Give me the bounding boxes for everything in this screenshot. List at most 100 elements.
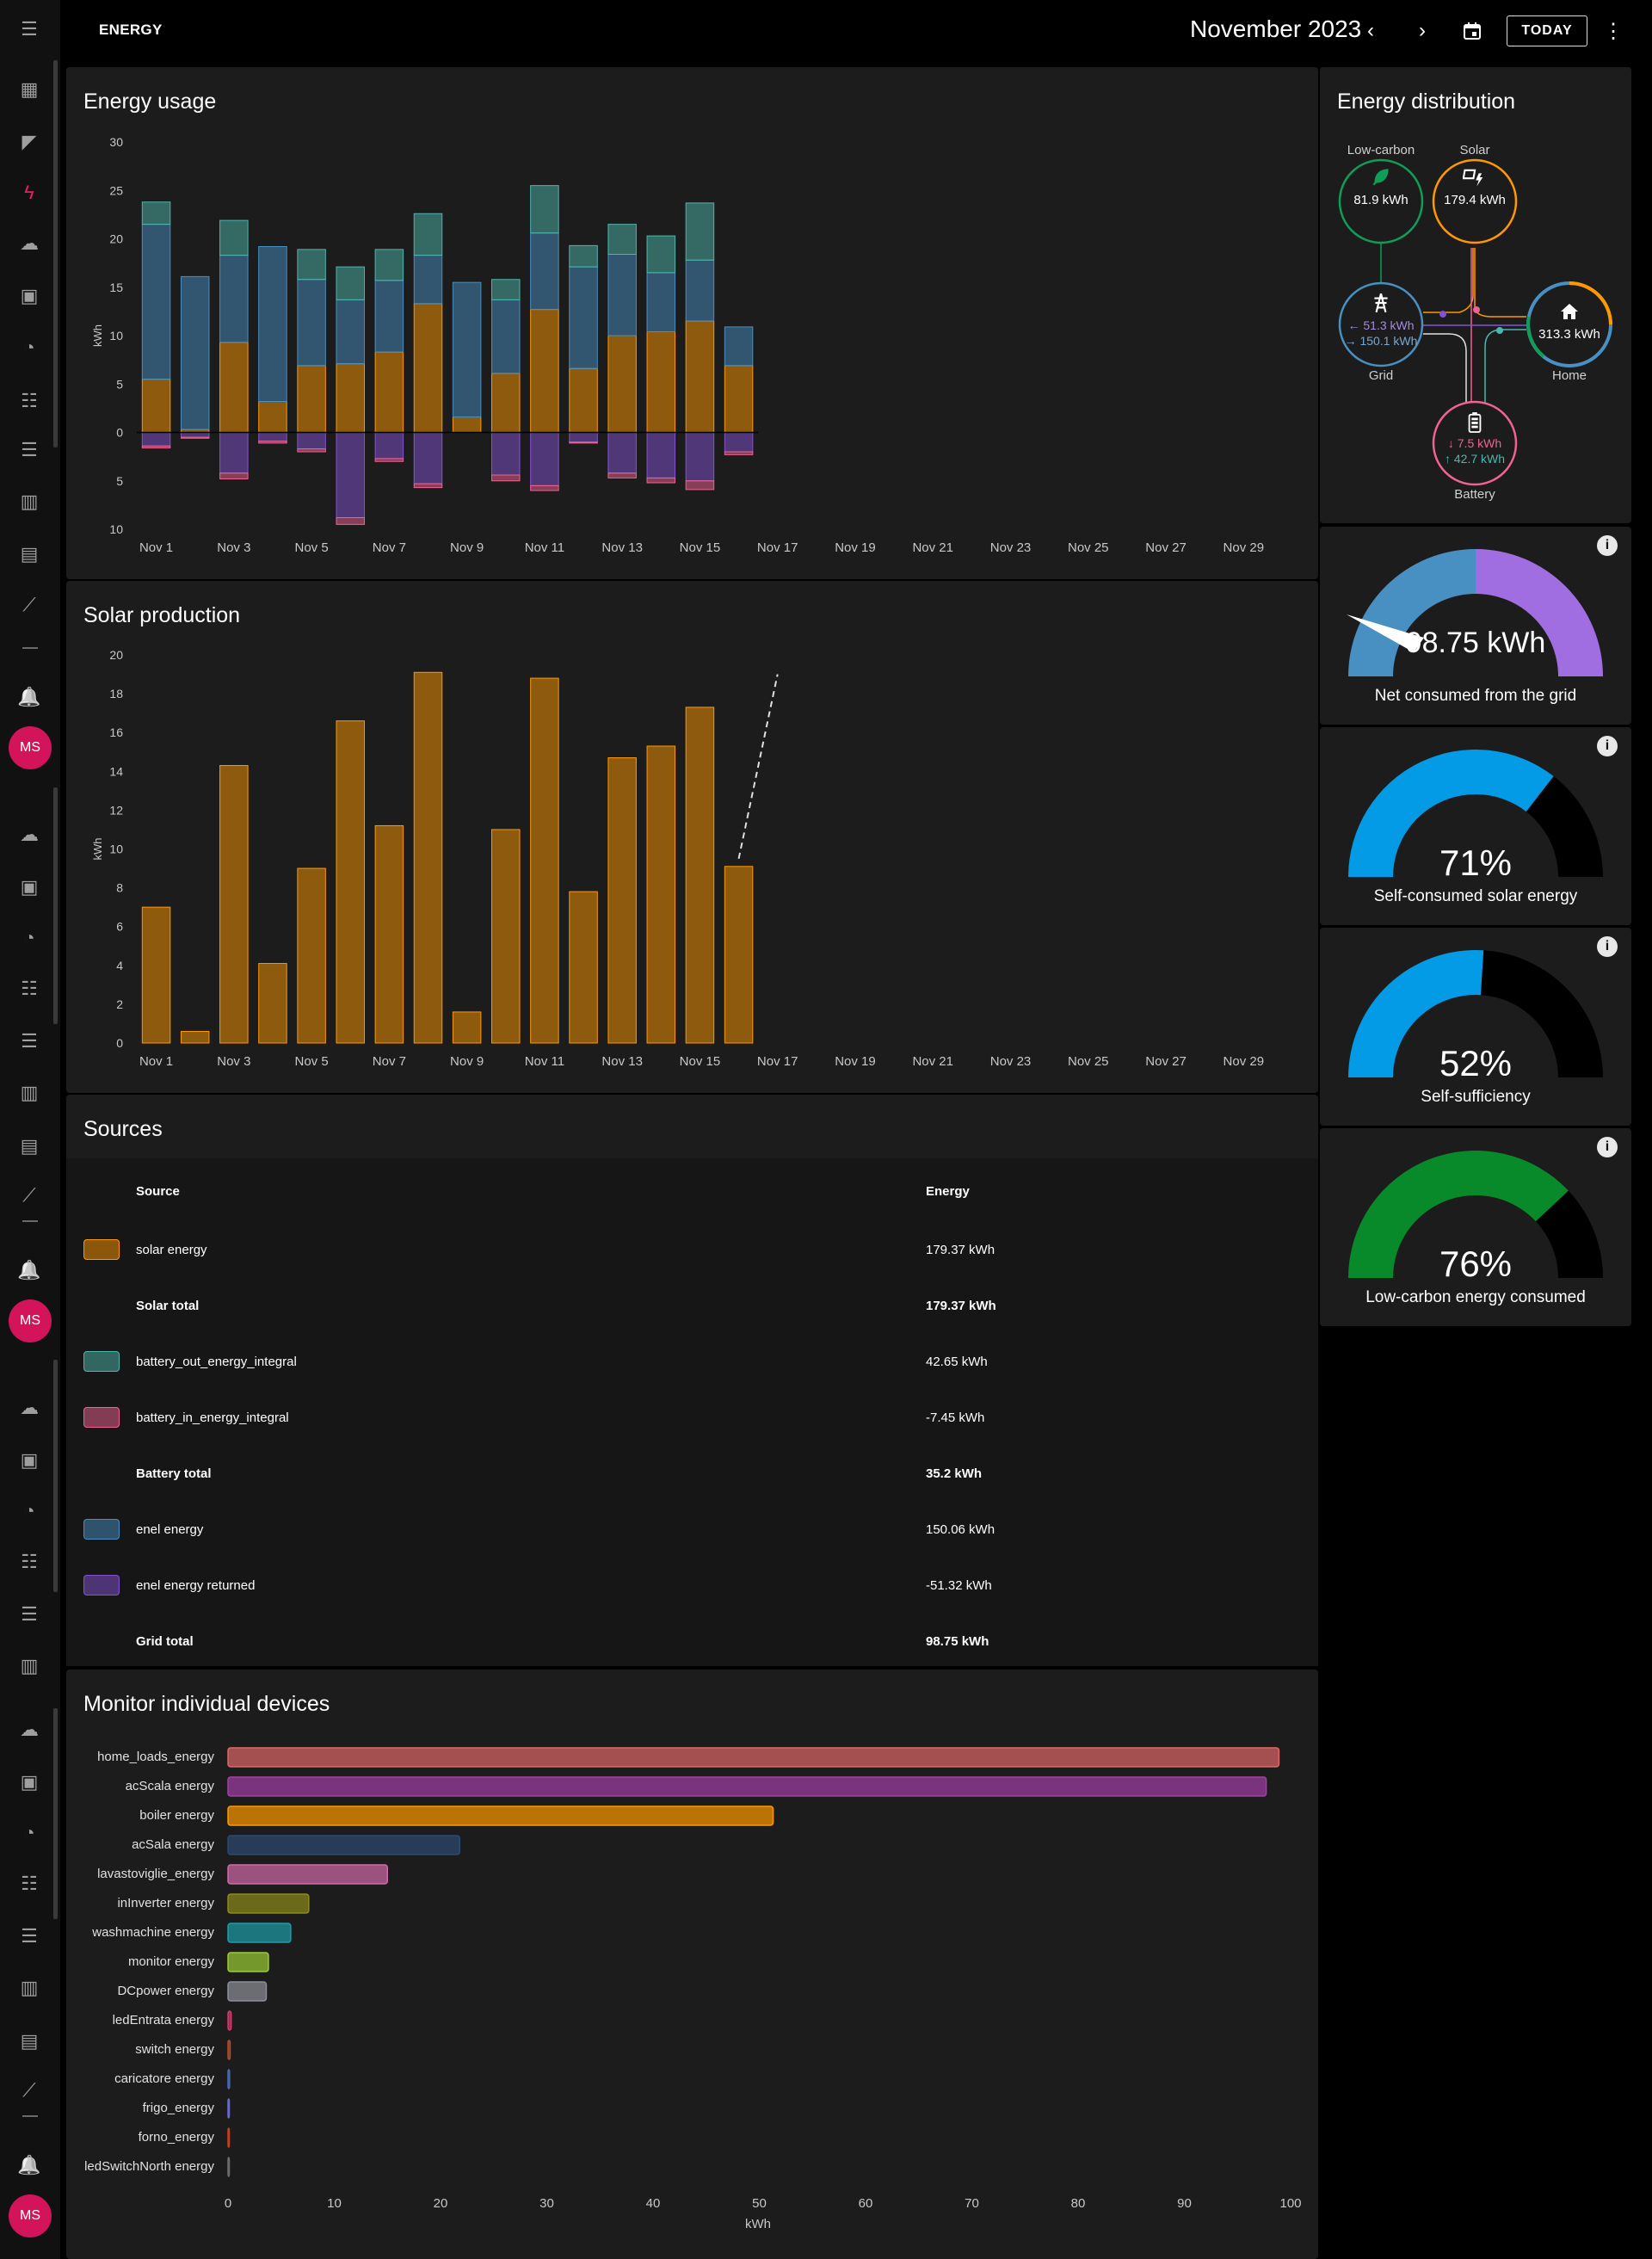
chart-line-icon[interactable]: ⟋ (12, 1178, 46, 1213)
bar-grid_in (685, 259, 715, 322)
device-bar (227, 2040, 231, 2060)
lightning-bolt-icon[interactable]: ϟ (12, 176, 46, 210)
account-box-icon[interactable]: ▣ (12, 1443, 46, 1478)
y-tick-label: 0 (116, 1036, 123, 1050)
account-box-icon[interactable]: ▣ (12, 279, 46, 313)
solar-value: 179.4 kWh (1444, 193, 1506, 207)
bar-battery_in (180, 436, 210, 439)
format-list-icon[interactable]: ☰ (12, 1597, 46, 1632)
menu-icon[interactable]: ☰ (12, 12, 46, 46)
gauge-card: i 52% Self-sufficiency (1320, 928, 1631, 1126)
bar-battery_in (297, 448, 326, 453)
bar-battery_out (530, 185, 559, 234)
bar-solar (569, 367, 598, 433)
source-value: 150.06 kWh (926, 1522, 996, 1537)
x-tick-label: Nov 9 (450, 540, 484, 555)
sources-title: Sources (83, 1117, 163, 1141)
grid-in-value: → 150.1 kWh (1344, 334, 1418, 348)
bar-grid_in (607, 254, 637, 336)
energy-usage-chart: 30 25 20 15 10 5 0 5 10 kWh Nov 1 Nov 3 Nov 5 Nov 7 No… (91, 135, 1264, 555)
legend-swatch (83, 1239, 120, 1260)
chart-line-icon[interactable]: ⟋ (12, 588, 46, 622)
bar-grid_out (685, 432, 715, 482)
source-total-label: Solar total (136, 1299, 200, 1313)
solar-production-chart: 20181614121086420kWhNov 1 Nov 3 Nov 5 Nov 7… (91, 648, 1264, 1069)
bar-solar (258, 963, 287, 1044)
chart-gantt-icon[interactable]: ☷ (12, 384, 46, 418)
bell-icon[interactable]: 🔔 (12, 680, 46, 714)
dashboard-icon[interactable]: ▦ (12, 72, 46, 107)
bar-solar (297, 867, 326, 1044)
avatar[interactable]: MS (9, 726, 52, 769)
x-tick-label: Nov 25 (1068, 1054, 1109, 1069)
calendar-icon[interactable] (1458, 17, 1486, 45)
bar-solar (646, 745, 676, 1044)
cloud-icon[interactable]: ☁ (12, 226, 46, 261)
today-button[interactable]: TODAY (1507, 15, 1587, 46)
column-header-energy: Energy (926, 1184, 970, 1199)
x-tick-label: Nov 23 (990, 540, 1032, 555)
hacs-icon[interactable]: ▤ (12, 537, 46, 571)
sidebar-scrollbar[interactable] (53, 60, 58, 447)
bar-solar (258, 401, 287, 433)
x-tick-label: Nov 23 (990, 1054, 1032, 1069)
bar-solar (219, 765, 249, 1044)
x-tick-label: Nov 17 (757, 1054, 798, 1069)
device-bar (227, 1952, 269, 1972)
chart-box-icon[interactable]: ▥ (12, 1076, 46, 1110)
gauge-icon[interactable]: ◔ (12, 330, 46, 365)
chevron-left-icon[interactable]: ‹ (1357, 17, 1384, 45)
bar-grid_out (180, 432, 210, 438)
x-tick-label: Nov 15 (680, 1054, 721, 1069)
gauge-icon[interactable]: ◔ (12, 1494, 46, 1528)
bar-battery_out (219, 219, 249, 256)
bar-solar (413, 671, 443, 1044)
bar-battery_out (607, 224, 637, 255)
avatar[interactable]: MS (9, 1299, 52, 1342)
cloud-icon[interactable]: ☁ (12, 818, 46, 852)
home-label: Home (1551, 368, 1587, 383)
bar-battery_in (491, 474, 521, 482)
battery-out-value: ↑ 42.7 kWh (1444, 452, 1506, 466)
avatar[interactable]: MS (9, 2194, 52, 2237)
format-list-icon[interactable]: ☰ (12, 1024, 46, 1059)
battery-in-value: ↓ 7.5 kWh (1447, 436, 1502, 450)
sidebar: ☰ ▦ ◤ ϟ ☁ ▣ ◔ ☷ ☰ ▥ ▤ ⟋ ☁ ▣ ◔ ☷ ☰ ▥ ▤ ⟋ ☁ ▣ ◔ ☷ ☰ ▥ ☁ ▣ ◔ ☷ ☰ ▥ ▤ ⟋ 🔔 🔔 🔔 MS… (0, 0, 60, 2259)
x-tick-label: 60 (859, 2196, 873, 2211)
sidebar-divider (22, 2115, 38, 2117)
bar-battery_out (569, 244, 598, 268)
chevron-right-icon[interactable]: › (1409, 17, 1436, 45)
account-box-icon[interactable]: ▣ (12, 870, 46, 904)
x-tick-label: Nov 27 (1145, 1054, 1187, 1069)
bar-battery_out (374, 249, 404, 281)
gauge-icon[interactable]: ◔ (12, 921, 46, 955)
x-tick-label: Nov 5 (295, 540, 329, 555)
bar-solar (452, 417, 482, 433)
bar-grid_in (724, 326, 754, 367)
sidebar-scrollbar[interactable] (53, 1360, 58, 1592)
cloud-icon[interactable]: ☁ (12, 1713, 46, 1747)
top-bar: ENERGY November 2023 ‹ › TODAY ⋮ (60, 0, 1652, 62)
bar-solar (336, 720, 365, 1044)
x-tick-label: Nov 17 (757, 540, 798, 555)
cctv-icon[interactable]: ◤ (12, 125, 46, 159)
bar-grid_out (413, 432, 443, 485)
bar-solar (530, 309, 559, 433)
chart-box-icon[interactable]: ▥ (12, 485, 46, 519)
hacs-icon[interactable]: ▤ (12, 1129, 46, 1163)
cloud-icon[interactable]: ☁ (12, 1391, 46, 1425)
y-tick-label: 30 (109, 135, 123, 149)
chart-gantt-icon[interactable]: ☷ (12, 972, 46, 1006)
sidebar-scrollbar[interactable] (53, 787, 58, 1024)
more-vert-icon[interactable]: ⋮ (1600, 17, 1627, 45)
y-axis-label: kWh (91, 324, 104, 347)
format-list-icon[interactable]: ☰ (12, 433, 46, 467)
chart-gantt-icon[interactable]: ☷ (12, 1545, 46, 1579)
x-tick-label: Nov 13 (601, 540, 643, 555)
bar-grid_in (141, 224, 171, 380)
chart-box-icon[interactable]: ▥ (12, 1649, 46, 1683)
device-bar (227, 1805, 774, 1826)
x-tick-label: 30 (539, 2196, 554, 2211)
bell-icon[interactable]: 🔔 (12, 1253, 46, 1287)
source-value: 179.37 kWh (926, 1243, 996, 1257)
